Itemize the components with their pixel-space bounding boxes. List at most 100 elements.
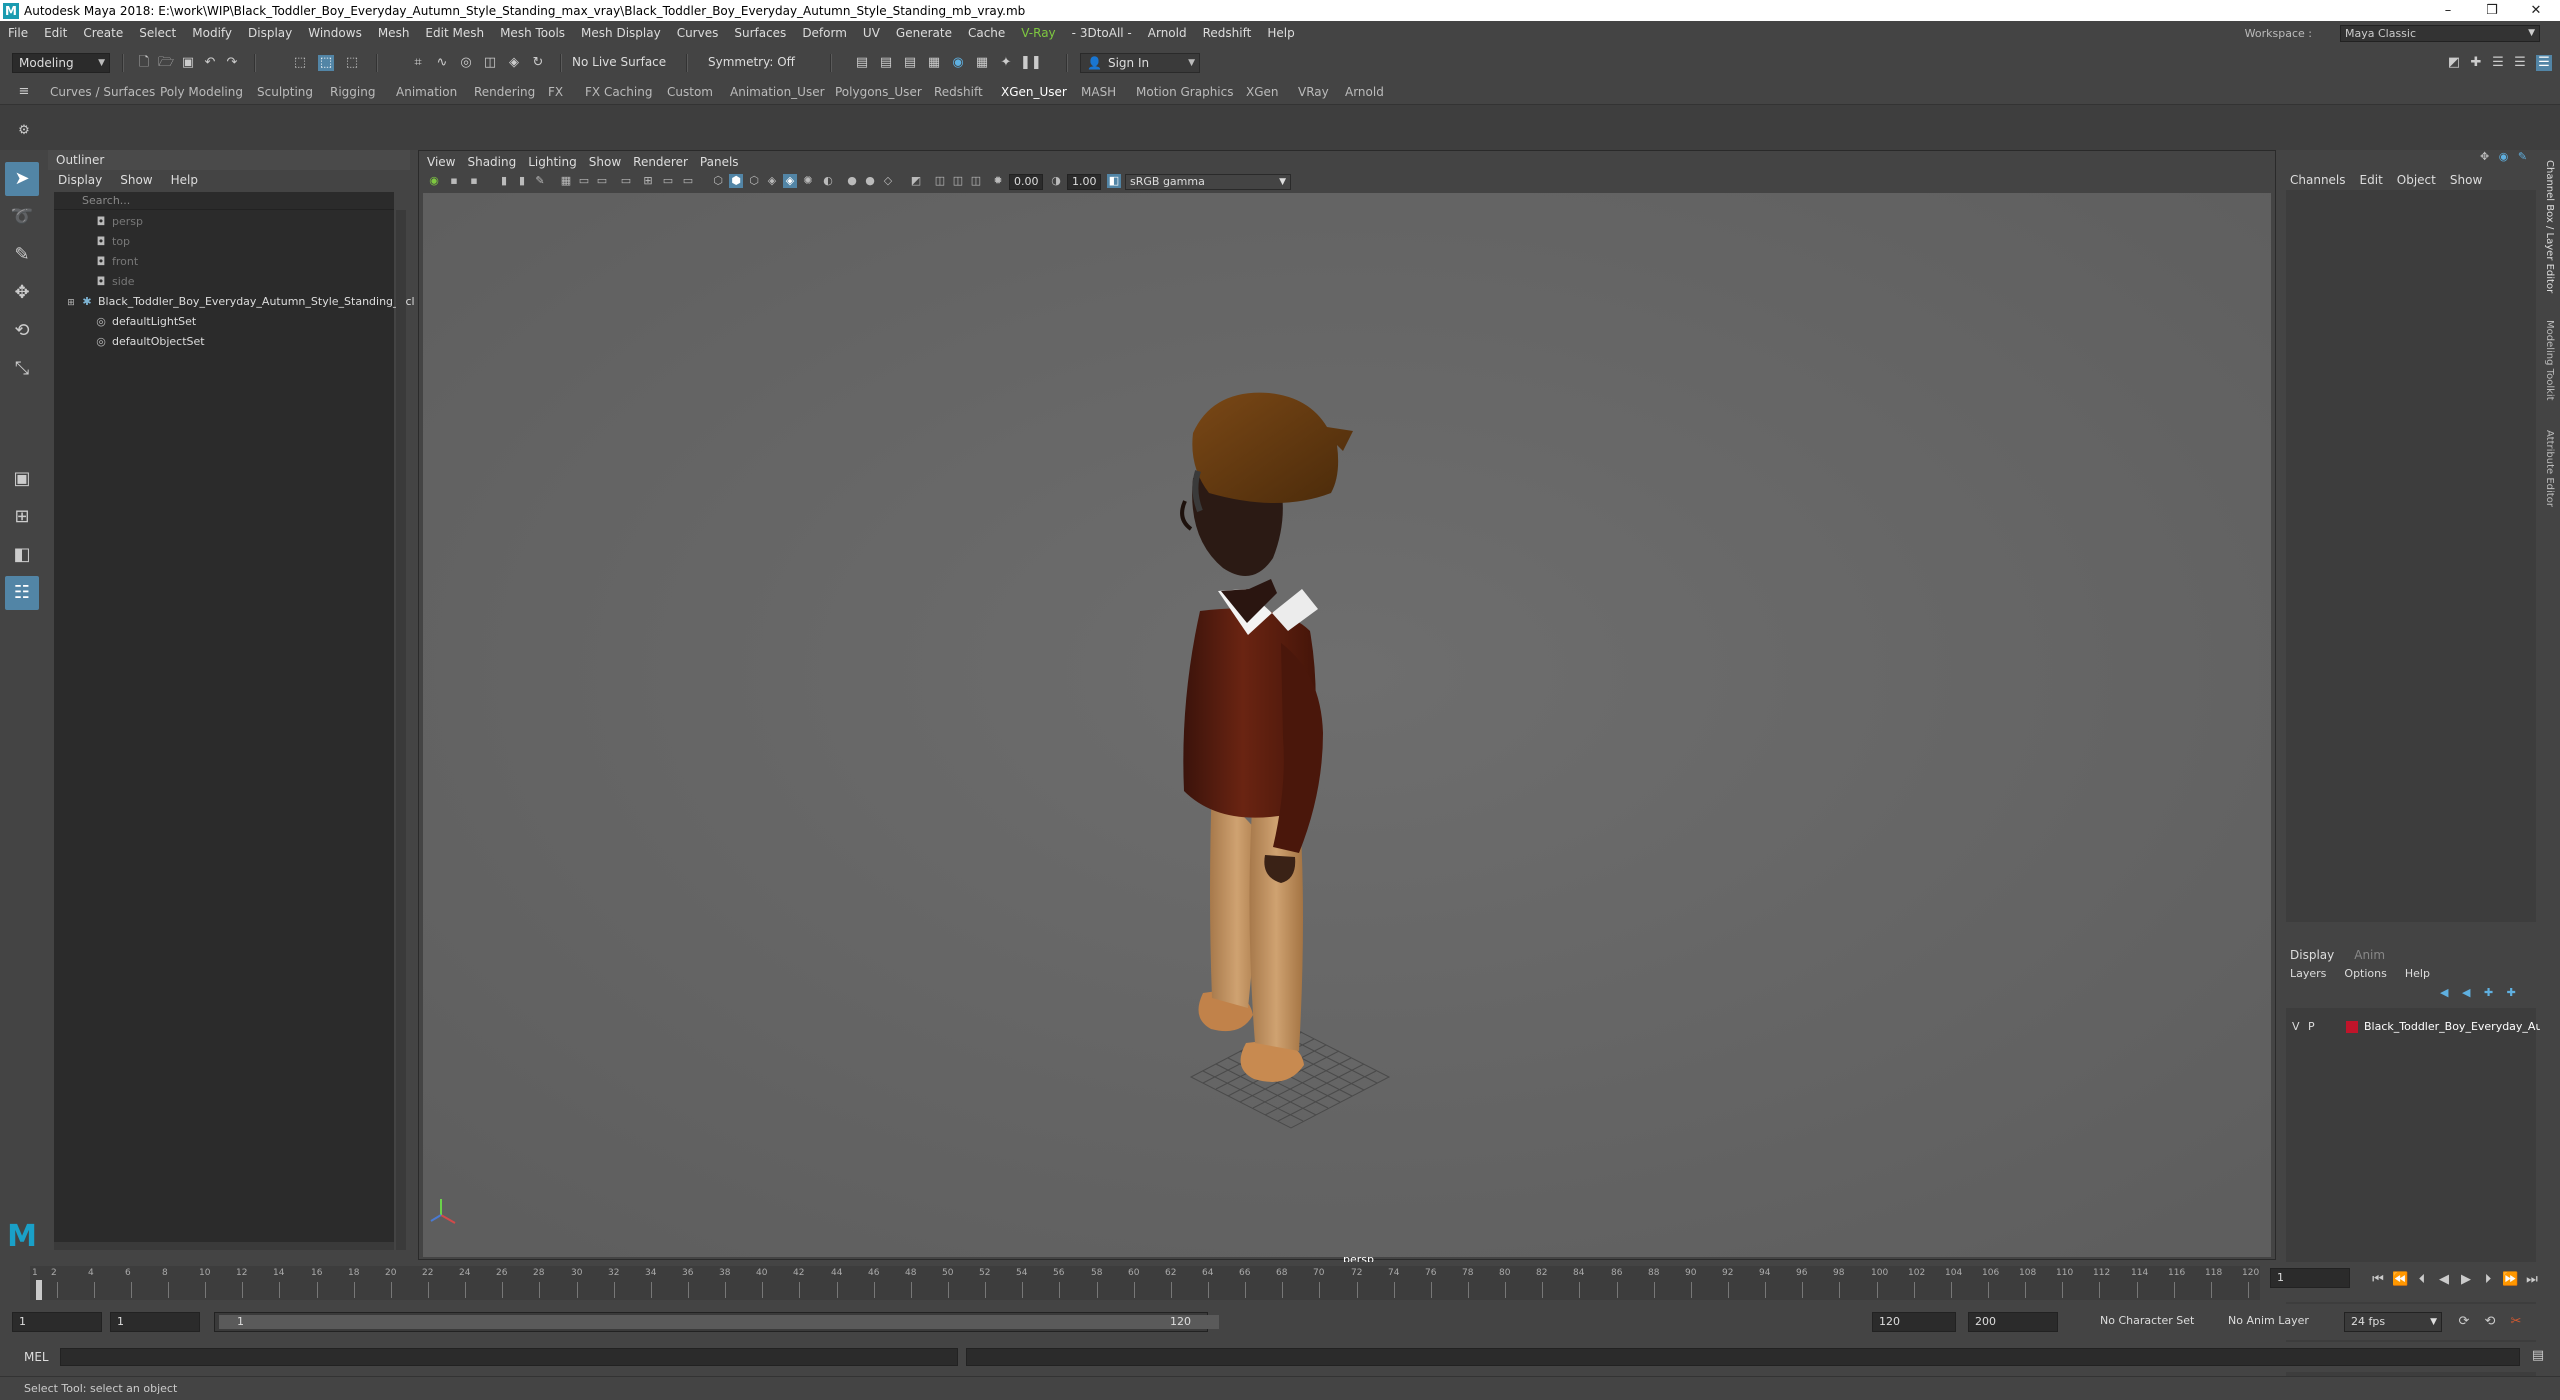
select-hierarchy-icon[interactable]: ⬚ — [292, 55, 308, 71]
paint-select-tool-icon[interactable]: ✎ — [5, 238, 39, 272]
outliner-item-top[interactable]: ◘ top — [54, 232, 394, 252]
viewport-menu-show[interactable]: Show — [589, 151, 621, 173]
layer-tab-anim[interactable]: Anim — [2354, 946, 2385, 964]
gate-mask-icon[interactable]: ▭ — [619, 174, 633, 188]
shelf-tab-arnold[interactable]: Arnold — [1345, 85, 1384, 99]
mel-label[interactable]: MEL — [24, 1350, 49, 1364]
save-scene-icon[interactable]: ▣ — [180, 55, 196, 71]
step-forward-key-icon[interactable]: ⏩ — [2502, 1272, 2518, 1288]
wireframe-icon[interactable]: ⬡ — [711, 174, 725, 188]
undo-icon[interactable]: ↶ — [202, 55, 218, 71]
current-frame-field[interactable]: 1 — [2270, 1268, 2350, 1288]
side-tab-attribute-editor[interactable]: Attribute Editor — [2544, 430, 2555, 507]
xray-joints-icon[interactable]: ◫ — [951, 174, 965, 188]
hypershade-icon[interactable]: ◉ — [950, 55, 966, 71]
redo-icon[interactable]: ↷ — [224, 55, 240, 71]
ipr-render-icon[interactable]: ▤ — [902, 55, 918, 71]
viewport-menu-panels[interactable]: Panels — [700, 151, 739, 173]
menu-help[interactable]: Help — [1259, 21, 1302, 45]
scale-tool-icon[interactable]: ⤡ — [5, 352, 39, 386]
four-view-icon[interactable]: ⊞ — [5, 500, 39, 534]
menu-redshift[interactable]: Redshift — [1195, 21, 1260, 45]
menu-vray[interactable]: V-Ray — [1013, 21, 1063, 45]
menu-3dtoall[interactable]: - 3DtoAll - — [1064, 21, 1140, 45]
outliner-item-default-light-set[interactable]: ◎ defaultLightSet — [54, 312, 394, 332]
render-view-icon[interactable]: ▦ — [974, 55, 990, 71]
new-layer-icon[interactable]: ✚ — [2484, 986, 2493, 999]
step-back-frame-icon[interactable]: ⏴ — [2414, 1272, 2430, 1288]
textured-icon[interactable]: ◈ — [765, 174, 779, 188]
bookmark-icon[interactable]: ▪ — [467, 174, 481, 188]
use-all-lights-icon[interactable]: ◈ — [783, 174, 797, 188]
exposure-field[interactable]: 0.00 — [1009, 174, 1043, 190]
menu-mesh[interactable]: Mesh — [370, 21, 418, 45]
outliner-item-default-object-set[interactable]: ◎ defaultObjectSet — [54, 332, 394, 352]
menu-edit[interactable]: Edit — [36, 21, 75, 45]
outliner-hscrollbar[interactable] — [54, 1242, 394, 1250]
channel-box-icon[interactable]: ☰ — [2536, 55, 2552, 71]
multisample-aa-icon[interactable]: ● — [863, 174, 877, 188]
wireframe-on-shaded-icon[interactable]: ⬡ — [747, 174, 761, 188]
outliner-vscrollbar[interactable] — [396, 210, 406, 1250]
shelf-tab-xgen[interactable]: XGen — [1246, 85, 1279, 99]
side-tab-channel-box[interactable]: Channel Box / Layer Editor — [2544, 160, 2555, 293]
range-bar[interactable]: 1 120 — [214, 1312, 1219, 1332]
motion-blur-icon[interactable]: ● — [845, 174, 859, 188]
step-forward-frame-icon[interactable]: ⏵ — [2480, 1272, 2496, 1288]
go-to-end-icon[interactable]: ⏭ — [2524, 1272, 2540, 1288]
go-to-start-icon[interactable]: ⏮ — [2370, 1272, 2386, 1288]
new-scene-icon[interactable]: 🗋 — [136, 55, 152, 71]
channel-box-menu-show[interactable]: Show — [2450, 170, 2482, 190]
attribute-editor-icon[interactable]: ☰ — [2490, 55, 2506, 71]
layer-playback-toggle[interactable]: P — [2308, 1018, 2315, 1036]
channel-box-menu-edit[interactable]: Edit — [2360, 170, 2383, 190]
outliner-menu-display[interactable]: Display — [58, 170, 102, 190]
shadows-icon[interactable]: ✺ — [801, 174, 815, 188]
menu-generate[interactable]: Generate — [888, 21, 960, 45]
playback-end-field[interactable]: 120 — [1872, 1312, 1956, 1332]
menu-select[interactable]: Select — [131, 21, 184, 45]
screen-space-ao-icon[interactable]: ◐ — [821, 174, 835, 188]
two-d-pan-icon[interactable]: ▮ — [515, 174, 529, 188]
shelf-menu-icon[interactable]: ≡ — [16, 84, 32, 100]
script-editor-icon[interactable]: ▤ — [2530, 1348, 2546, 1364]
film-gate-icon[interactable]: ▭ — [577, 174, 591, 188]
snap-view-icon[interactable]: ◫ — [482, 55, 498, 71]
menu-windows[interactable]: Windows — [300, 21, 370, 45]
layer-visibility-toggle[interactable]: V — [2292, 1018, 2300, 1036]
viewport-menu-lighting[interactable]: Lighting — [528, 151, 577, 173]
camera-lock-icon[interactable]: ◉ — [427, 174, 441, 188]
character-set-dropdown[interactable]: No Character Set — [2094, 1312, 2224, 1332]
smooth-shade-icon[interactable]: ⬢ — [729, 174, 743, 188]
shelf-tab-animation[interactable]: Animation — [396, 85, 457, 99]
render-sequence-icon[interactable]: ▤ — [878, 55, 894, 71]
persp-outliner-icon[interactable]: ◧ — [5, 538, 39, 572]
anim-prefs-icon[interactable]: ✂ — [2508, 1314, 2524, 1330]
layer-tab-display[interactable]: Display — [2290, 946, 2334, 964]
outliner-item-persp[interactable]: ◘ persp — [54, 212, 394, 232]
end-time-field[interactable]: 200 — [1968, 1312, 2058, 1332]
menu-cache[interactable]: Cache — [960, 21, 1013, 45]
rotate-tool-icon[interactable]: ⟲ — [5, 314, 39, 348]
outliner-item-side[interactable]: ◘ side — [54, 272, 394, 292]
timeline-ruler[interactable]: 1 2 4 6 8 10 12 14 16 18 20 22 24 26 28 30 32 34 36 38 40 42 4… — [30, 1266, 2260, 1300]
resolution-gate-icon[interactable]: ▭ — [595, 174, 609, 188]
outliner-layout-icon[interactable]: ☷ — [5, 576, 39, 610]
menu-deform[interactable]: Deform — [794, 21, 855, 45]
viewport-3d[interactable]: persp — [423, 193, 2271, 1266]
shelf-tab-fx-caching[interactable]: FX Caching — [585, 85, 652, 99]
camera-icon[interactable]: ◉ — [2499, 150, 2509, 163]
menu-surfaces[interactable]: Surfaces — [726, 21, 794, 45]
color-management-icon[interactable]: ◧ — [1107, 174, 1121, 188]
snap-grid-icon[interactable]: ⌗ — [410, 55, 426, 71]
command-input[interactable] — [60, 1348, 958, 1366]
viewport-menu-view[interactable]: View — [427, 151, 455, 173]
anim-layer-dropdown[interactable]: No Anim Layer — [2222, 1312, 2322, 1332]
play-forwards-icon[interactable]: ▶ — [2458, 1272, 2474, 1288]
image-plane-icon[interactable]: ▮ — [497, 174, 511, 188]
mode-dropdown[interactable]: Modeling ▼ — [12, 53, 110, 73]
menu-mesh-display[interactable]: Mesh Display — [573, 21, 669, 45]
depth-of-field-icon[interactable]: ◇ — [881, 174, 895, 188]
vray-icon[interactable]: ✦ — [998, 55, 1014, 71]
live-surface-dropdown[interactable]: No Live Surface — [566, 53, 670, 73]
